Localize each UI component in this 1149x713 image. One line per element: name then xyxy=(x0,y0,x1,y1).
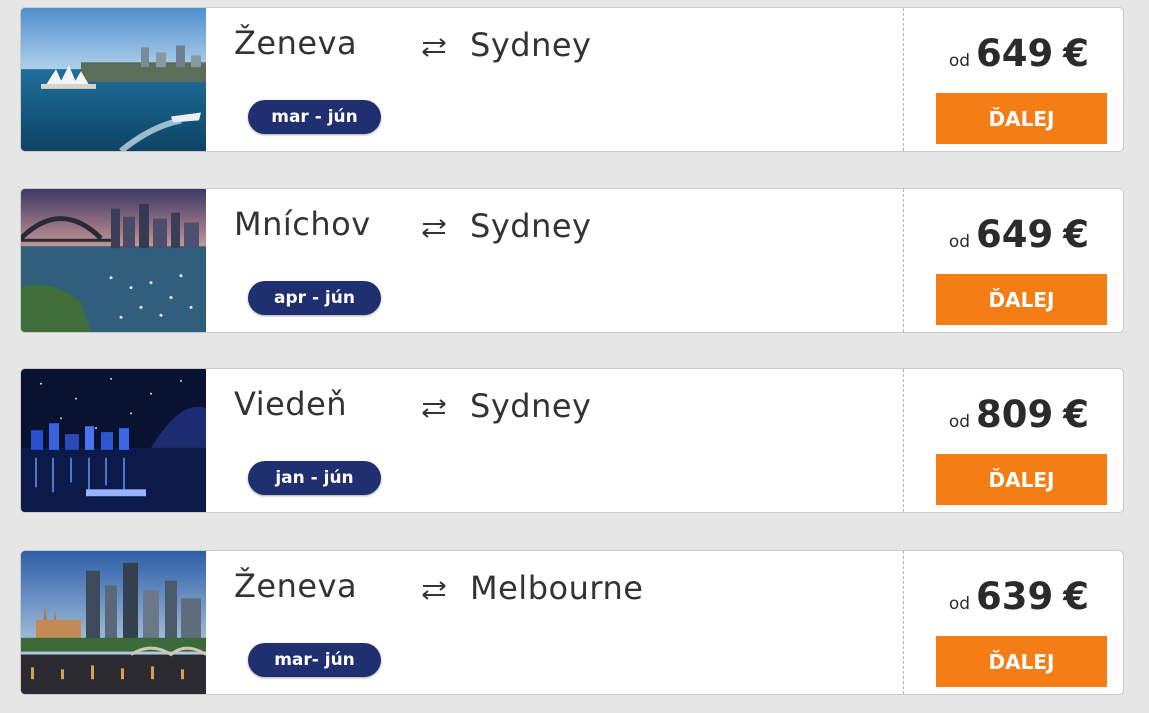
travel-period-badge: mar - jún xyxy=(248,100,381,134)
card-divider xyxy=(903,189,904,332)
swap-arrows-icon xyxy=(417,32,451,62)
next-button[interactable]: ĎALEJ xyxy=(936,274,1107,325)
price-currency: € xyxy=(1063,32,1089,75)
price-prefix: od xyxy=(948,232,971,252)
swap-arrows-icon xyxy=(417,575,451,605)
destination-city: Sydney xyxy=(470,26,592,64)
destination-city: Melbourne xyxy=(470,569,644,607)
price-currency: € xyxy=(1063,213,1089,256)
card-divider xyxy=(903,8,904,151)
price: od 649 € xyxy=(949,213,1089,256)
travel-period-badge: apr - jún xyxy=(248,281,381,315)
origin-city: Ženeva xyxy=(234,24,358,62)
card-divider xyxy=(903,551,904,694)
price-prefix: od xyxy=(948,594,971,614)
offer-card[interactable]: Ženeva Sydney mar - jún od 649 € ĎALEJ xyxy=(20,7,1124,152)
origin-city: Mníchov xyxy=(234,205,371,243)
origin-city: Viedeň xyxy=(234,385,348,423)
destination-photo xyxy=(21,551,206,694)
swap-arrows-icon xyxy=(417,393,451,423)
next-button[interactable]: ĎALEJ xyxy=(936,454,1107,505)
destination-photo xyxy=(21,8,206,151)
price: od 649 € xyxy=(949,32,1089,75)
price-amount: 649 xyxy=(976,32,1054,75)
offer-card[interactable]: Viedeň Sydney jan - jún od 809 € ĎALEJ xyxy=(20,368,1124,513)
destination-photo xyxy=(21,369,206,512)
travel-period-badge: mar- jún xyxy=(248,643,381,677)
next-button[interactable]: ĎALEJ xyxy=(936,636,1107,687)
price-prefix: od xyxy=(948,412,971,432)
destination-city: Sydney xyxy=(470,207,592,245)
swap-arrows-icon xyxy=(417,213,451,243)
price-amount: 649 xyxy=(976,213,1054,256)
price-amount: 809 xyxy=(976,393,1054,436)
price-currency: € xyxy=(1063,393,1089,436)
price: od 639 € xyxy=(949,575,1089,618)
price-amount: 639 xyxy=(976,575,1054,618)
price-currency: € xyxy=(1063,575,1089,618)
price-prefix: od xyxy=(948,51,971,71)
offer-card[interactable]: Mníchov Sydney apr - jún od 649 € ĎALEJ xyxy=(20,188,1124,333)
travel-period-badge: jan - jún xyxy=(248,461,381,495)
next-button[interactable]: ĎALEJ xyxy=(936,93,1107,144)
destination-photo xyxy=(21,189,206,332)
origin-city: Ženeva xyxy=(234,567,358,605)
offer-card[interactable]: Ženeva Melbourne mar- jún od 639 € ĎALEJ xyxy=(20,550,1124,695)
price: od 809 € xyxy=(949,393,1089,436)
destination-city: Sydney xyxy=(470,387,592,425)
card-divider xyxy=(903,369,904,512)
